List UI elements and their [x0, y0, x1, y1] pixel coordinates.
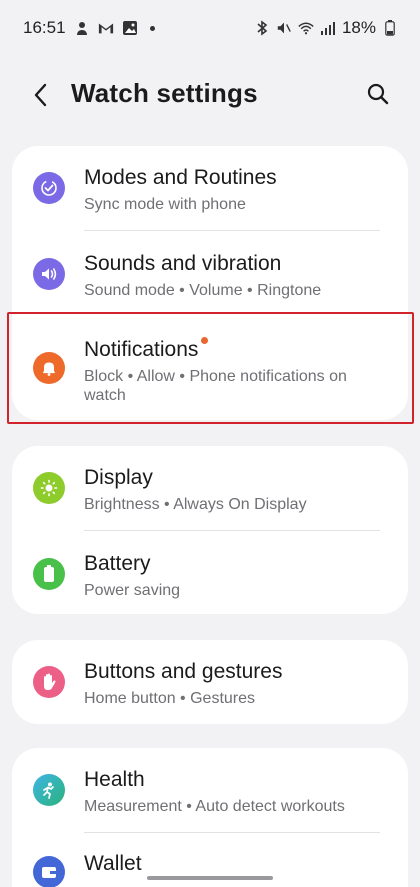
item-subtitle: Measurement • Auto detect workouts	[84, 798, 345, 815]
settings-group-2: Display Brightness • Always On Display B…	[12, 446, 408, 614]
divider	[84, 530, 380, 531]
settings-group-3: Buttons and gestures Home button • Gestu…	[12, 640, 408, 724]
item-subtitle: Sync mode with phone	[84, 196, 246, 213]
divider	[84, 832, 380, 833]
settings-item-modes-routines[interactable]: Modes and Routines Sync mode with phone	[12, 146, 408, 232]
item-title: Display	[84, 466, 153, 489]
item-title: Sounds and vibration	[84, 252, 282, 275]
bell-icon	[33, 352, 65, 384]
settings-item-notifications[interactable]: Notifications Block • Allow • Phone noti…	[12, 318, 408, 420]
sun-icon	[33, 472, 65, 504]
mute-vibrate-icon	[276, 20, 292, 36]
item-title: Health	[84, 768, 145, 791]
settings-group-4: Health Measurement • Auto detect workout…	[12, 748, 408, 887]
settings-item-sounds-vibration[interactable]: Sounds and vibration Sound mode • Volume…	[12, 232, 408, 318]
item-subtitle: Brightness • Always On Display	[84, 496, 307, 513]
dot-icon	[149, 25, 155, 31]
app-header: Watch settings	[0, 64, 420, 124]
settings-item-buttons-gestures[interactable]: Buttons and gestures Home button • Gestu…	[12, 640, 408, 726]
search-icon	[367, 83, 389, 105]
item-subtitle: Sound mode • Volume • Ringtone	[84, 282, 322, 299]
gmail-icon	[98, 20, 114, 36]
wallet-icon	[33, 856, 65, 887]
hand-icon	[33, 666, 65, 698]
speaker-icon	[33, 258, 65, 290]
settings-item-battery[interactable]: Battery Power saving	[12, 532, 408, 618]
status-bar: 16:51 18%	[0, 0, 420, 56]
home-indicator[interactable]	[147, 876, 273, 880]
chevron-left-icon	[34, 83, 47, 107]
item-title: Buttons and gestures	[84, 660, 283, 683]
new-badge-dot	[201, 337, 209, 344]
page-title: Watch settings	[71, 78, 258, 108]
battery-percent: 18%	[341, 18, 376, 37]
divider	[84, 230, 380, 231]
item-title-text: Notifications	[84, 338, 199, 361]
bluetooth-icon	[254, 20, 270, 36]
person-icon	[74, 20, 90, 36]
item-subtitle: Power saving	[84, 582, 181, 599]
modes-check-icon	[33, 172, 65, 204]
item-title: Notifications	[84, 337, 209, 362]
status-time: 16:51	[23, 18, 66, 37]
gallery-icon	[122, 20, 138, 36]
item-subtitle: Home button • Gestures	[84, 690, 256, 707]
settings-item-health[interactable]: Health Measurement • Auto detect workout…	[12, 748, 408, 834]
item-title: Modes and Routines	[84, 166, 277, 189]
signal-icon	[320, 20, 336, 36]
back-button[interactable]	[24, 78, 58, 112]
item-title: Wallet	[84, 852, 142, 875]
item-subtitle: Block • Allow • Phone notifications on w…	[84, 368, 347, 404]
settings-group-1: Modes and Routines Sync mode with phone …	[12, 146, 408, 420]
wifi-icon	[298, 20, 314, 36]
item-title: Battery	[84, 552, 151, 575]
health-icon	[33, 774, 65, 806]
search-button[interactable]	[360, 76, 396, 112]
battery-icon	[33, 558, 65, 590]
battery-icon	[382, 20, 398, 36]
settings-item-display[interactable]: Display Brightness • Always On Display	[12, 446, 408, 532]
